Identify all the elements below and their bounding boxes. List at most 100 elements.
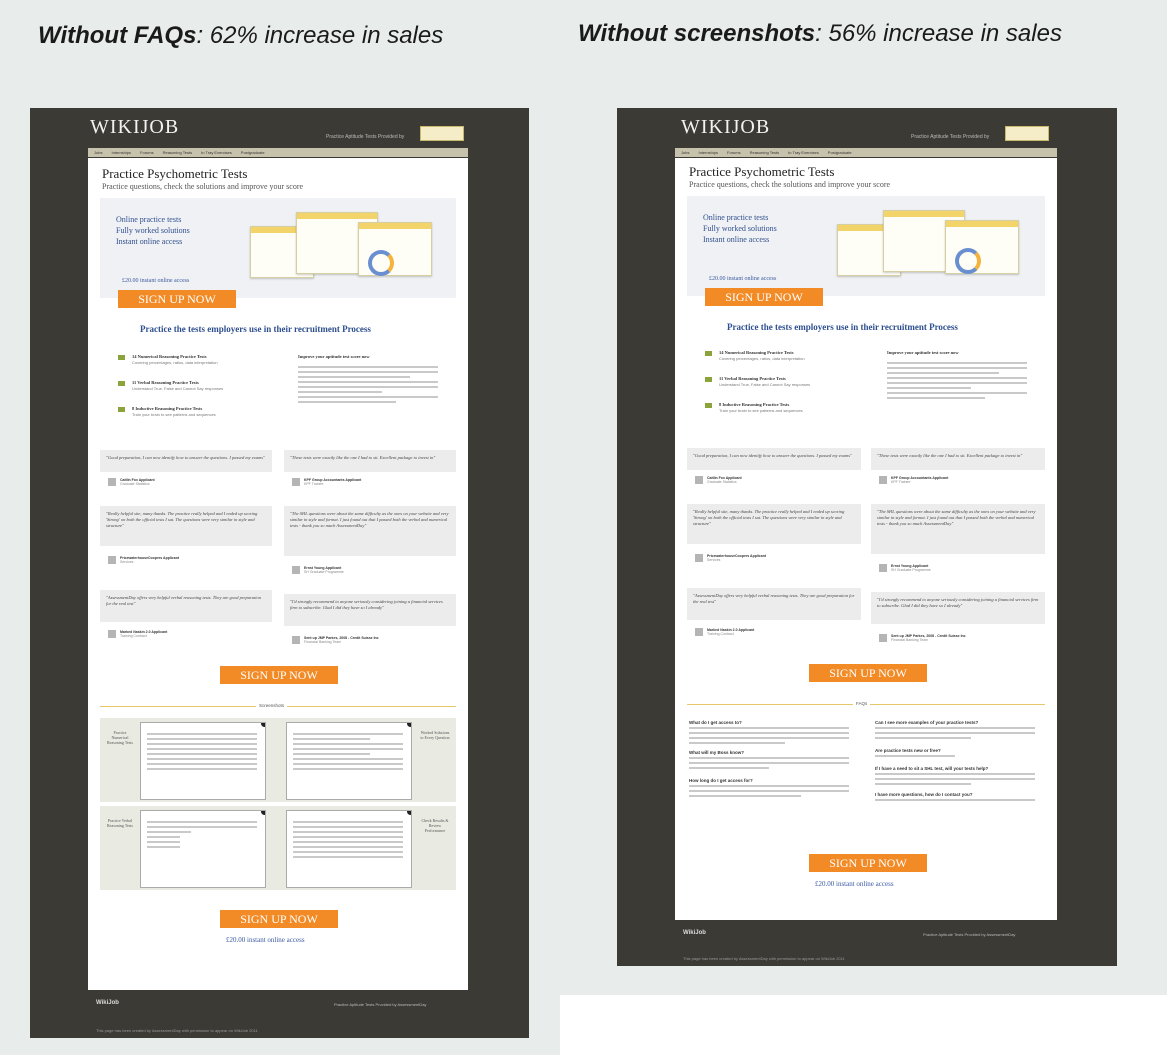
- faq-question[interactable]: How long do I get access for?: [689, 778, 753, 783]
- footer-provided: Practice Aptitude Tests Provided by Asse…: [923, 932, 1016, 937]
- nav-item-postgraduate[interactable]: Postgraduate: [241, 150, 265, 155]
- close-icon[interactable]: [261, 811, 265, 815]
- page-subtitle: Practice questions, check the solutions …: [689, 180, 891, 189]
- avatar: [108, 630, 116, 638]
- nav-item-forums[interactable]: Forums: [140, 150, 154, 155]
- nav-item-reasoning-tests[interactable]: Reasoning Tests: [163, 150, 193, 155]
- screenshot-numerical[interactable]: [140, 722, 266, 800]
- faq-question[interactable]: If I have a need to sit a SHL test, will…: [875, 766, 988, 771]
- faq-question[interactable]: What do I get access to?: [689, 720, 742, 725]
- screenshot-solutions[interactable]: [286, 722, 412, 800]
- faq-answer: [689, 757, 849, 772]
- footer-note: This page has been created by Assessment…: [683, 956, 845, 961]
- hero-banner: Online practice tests Fully worked solut…: [100, 198, 456, 298]
- nav-item-internships[interactable]: Internships: [111, 150, 131, 155]
- provided-by-text: Practice Aptitude Tests Provided by: [911, 134, 990, 140]
- faq-question[interactable]: Are practice tests new or free?: [875, 748, 941, 753]
- avatar: [879, 564, 887, 572]
- avatar: [108, 478, 116, 486]
- feature-inductive: 8 Inductive Reasoning Practice Tests Tra…: [705, 402, 875, 416]
- feature-verbal: 11 Verbal Reasoning Practice Tests Under…: [705, 376, 875, 390]
- sign-up-button-middle[interactable]: SIGN UP NOW: [220, 666, 338, 684]
- hero-line-solutions: Fully worked solutions: [116, 226, 190, 235]
- faqs-heading: FAQs: [853, 701, 871, 706]
- testimonial-2: "These tests were exactly like the one I…: [284, 450, 456, 472]
- hero-price: £20.00 instant online access: [709, 276, 777, 282]
- avatar: [108, 556, 116, 564]
- testimonial-5: "AssessmentDay offers very helpful verba…: [687, 588, 861, 620]
- sign-up-button-middle[interactable]: SIGN UP NOW: [809, 664, 927, 682]
- faq-question[interactable]: What will my Boss know?: [689, 750, 744, 755]
- hero-line-access: Instant online access: [703, 235, 770, 244]
- sign-up-button-bottom[interactable]: SIGN UP NOW: [809, 854, 927, 872]
- hero-line-solutions: Fully worked solutions: [703, 224, 777, 233]
- assessmentday-badge[interactable]: [1005, 126, 1049, 141]
- page-subtitle: Practice questions, check the solutions …: [102, 182, 304, 191]
- nav-item-postgraduate[interactable]: Postgraduate: [828, 150, 852, 155]
- feature-numerical: 14 Numerical Reasoning Practice Tests Co…: [118, 354, 288, 368]
- testimonial-6: "I'd strongly recommend to anyone seriou…: [284, 594, 456, 626]
- sign-up-button-top[interactable]: SIGN UP NOW: [118, 290, 236, 308]
- page-content: Practice Psychometric Tests Practice que…: [88, 158, 468, 990]
- page-title: Practice Psychometric Tests: [102, 166, 248, 181]
- testimonial-4: "The SHL questions were about the same d…: [871, 504, 1045, 554]
- nav-item-internships[interactable]: Internships: [698, 150, 718, 155]
- faq-question[interactable]: I have more questions, how do I contact …: [875, 792, 973, 797]
- close-icon[interactable]: [407, 811, 411, 815]
- screenshot-results[interactable]: [286, 810, 412, 888]
- sign-up-button-top[interactable]: SIGN UP NOW: [705, 288, 823, 306]
- arrow-icon: [705, 351, 712, 356]
- avatar: [695, 628, 703, 636]
- page-content: Practice Psychometric Tests Practice que…: [675, 158, 1057, 920]
- shot-label-verbal: Practice Verbal Reasoning Tests: [107, 818, 133, 828]
- nav-item-forums[interactable]: Forums: [727, 150, 741, 155]
- faq-question[interactable]: Can I see more examples of your practice…: [875, 720, 978, 725]
- faq-answer: [875, 727, 1035, 742]
- cta-price: £20.00 instant online access: [815, 880, 894, 888]
- screenshot-verbal[interactable]: [140, 810, 266, 888]
- close-icon[interactable]: [261, 723, 265, 727]
- feature-verbal: 11 Verbal Reasoning Practice Tests Under…: [118, 380, 288, 394]
- faq-answer: [875, 755, 1035, 760]
- screenshot-row-2: Practice Verbal Reasoning Tests Check Re…: [100, 806, 456, 890]
- nav-item-jobs[interactable]: Jobs: [681, 150, 689, 155]
- nav-item-reasoning-tests[interactable]: Reasoning Tests: [750, 150, 780, 155]
- main-nav: Jobs Internships Forums Reasoning Tests …: [675, 148, 1057, 157]
- caption-without-faqs: Without FAQs: 62% increase in sales: [38, 22, 444, 49]
- sign-up-button-bottom[interactable]: SIGN UP NOW: [220, 910, 338, 928]
- testimonial-1: "Good preparation, I can now identify ho…: [100, 450, 272, 472]
- improve-title: Improve your aptitude test score now: [298, 354, 370, 359]
- nav-item-in-tray[interactable]: In Tray Exercises: [788, 150, 819, 155]
- avatar: [292, 636, 300, 644]
- testimonial-3: "Really helpful site, many thanks. The p…: [687, 504, 861, 544]
- arrow-icon: [705, 377, 712, 382]
- hero-banner: Online practice tests Fully worked solut…: [687, 196, 1045, 296]
- wikijob-logo[interactable]: WIKIJOB: [681, 116, 770, 139]
- testimonial-5: "AssessmentDay offers very helpful verba…: [100, 590, 272, 622]
- main-nav: Jobs Internships Forums Reasoning Tests …: [88, 148, 468, 157]
- hero-line-access: Instant online access: [116, 237, 183, 246]
- section-title: Practice the tests employers use in thei…: [727, 322, 958, 332]
- wikijob-logo[interactable]: WIKIJOB: [90, 116, 179, 139]
- screenshot-row-1: Practice Numerical Reasoning Tests Worke…: [100, 718, 456, 802]
- footer-brand[interactable]: WikiJob: [683, 930, 706, 936]
- arrow-icon: [118, 407, 125, 412]
- page-variant-without-faqs: WIKIJOB Practice Aptitude Tests Provided…: [30, 108, 529, 1038]
- footer-brand[interactable]: WikiJob: [96, 1000, 119, 1006]
- assessmentday-badge[interactable]: [420, 126, 464, 141]
- screenshots-heading: Screenshots: [256, 703, 288, 708]
- page-variant-without-screenshots: WIKIJOB Practice Aptitude Tests Provided…: [617, 108, 1117, 966]
- footer-note: This page has been created by Assessment…: [96, 1028, 258, 1033]
- testimonial-2: "These tests were exactly like the one I…: [871, 448, 1045, 470]
- feature-inductive: 8 Inductive Reasoning Practice Tests Tra…: [118, 406, 288, 420]
- close-icon[interactable]: [407, 723, 411, 727]
- improve-title: Improve your aptitude test score now: [887, 350, 959, 355]
- site-footer: WikiJob Practice Aptitude Tests Provided…: [88, 990, 468, 1038]
- shot-label-solutions: Worked Solutions to Every Question: [420, 730, 450, 740]
- nav-item-in-tray[interactable]: In Tray Exercises: [201, 150, 232, 155]
- site-footer: WikiJob Practice Aptitude Tests Provided…: [675, 920, 1057, 966]
- background-corner: [560, 995, 1167, 1055]
- nav-item-jobs[interactable]: Jobs: [94, 150, 102, 155]
- avatar: [292, 478, 300, 486]
- avatar: [695, 476, 703, 484]
